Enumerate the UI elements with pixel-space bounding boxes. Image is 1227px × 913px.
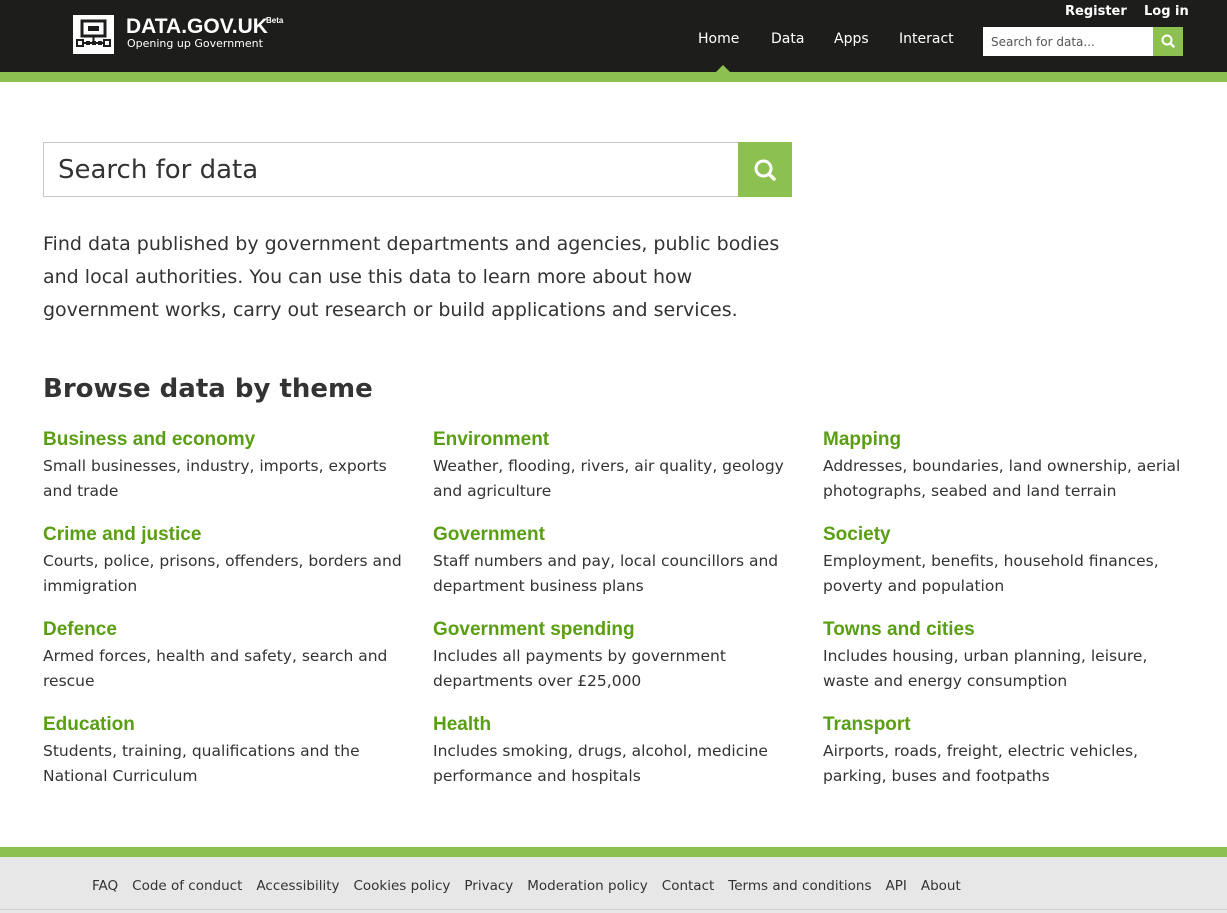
theme-description: Includes smoking, drugs, alcohol, medici… — [433, 742, 768, 785]
theme-description: Includes housing, urban planning, leisur… — [823, 647, 1148, 690]
theme-link[interactable]: Government — [433, 524, 803, 546]
theme-business-and-economy: Business and economy Small businesses, i… — [43, 429, 413, 504]
main-search-button[interactable] — [738, 142, 792, 197]
footer-link-accessibility[interactable]: Accessibility — [256, 878, 339, 894]
theme-transport: Transport Airports, roads, freight, elec… — [823, 714, 1193, 789]
footer-divider — [0, 909, 1227, 910]
theme-description: Staff numbers and pay, local councillors… — [433, 552, 779, 595]
theme-environment: Environment Weather, flooding, rivers, a… — [433, 429, 803, 504]
nav-data[interactable]: Data — [771, 31, 804, 47]
footer-link-privacy[interactable]: Privacy — [464, 878, 513, 894]
footer-link-api[interactable]: API — [885, 878, 906, 894]
site-tagline: Opening up Government — [127, 37, 263, 50]
main-search-input[interactable] — [43, 142, 738, 197]
theme-description: Addresses, boundaries, land ownership, a… — [823, 457, 1181, 500]
search-icon — [1161, 34, 1175, 48]
theme-link[interactable]: Defence — [43, 619, 413, 641]
nav-interact[interactable]: Interact — [899, 31, 954, 47]
footer-link-faq[interactable]: FAQ — [92, 878, 118, 894]
nav-apps[interactable]: Apps — [834, 31, 869, 47]
theme-description: Employment, benefits, household finances… — [823, 552, 1159, 595]
theme-crime-and-justice: Crime and justice Courts, police, prison… — [43, 524, 413, 599]
footer-link-code-of-conduct[interactable]: Code of conduct — [132, 878, 242, 894]
theme-government: Government Staff numbers and pay, local … — [433, 524, 803, 599]
header-search-button[interactable] — [1153, 27, 1183, 56]
dgu-logo-icon[interactable] — [73, 15, 114, 54]
theme-link[interactable]: Business and economy — [43, 429, 413, 451]
browse-heading: Browse data by theme — [43, 374, 373, 404]
theme-link[interactable]: Society — [823, 524, 1193, 546]
theme-link[interactable]: Government spending — [433, 619, 803, 641]
theme-description: Students, training, qualifications and t… — [43, 742, 360, 785]
theme-mapping: Mapping Addresses, boundaries, land owne… — [823, 429, 1193, 504]
theme-government-spending: Government spending Includes all payment… — [433, 619, 803, 694]
theme-link[interactable]: Crime and justice — [43, 524, 413, 546]
theme-society: Society Employment, benefits, household … — [823, 524, 1193, 599]
footer-link-cookies-policy[interactable]: Cookies policy — [353, 878, 450, 894]
theme-link[interactable]: Health — [433, 714, 803, 736]
theme-defence: Defence Armed forces, health and safety,… — [43, 619, 413, 694]
footer-accent-bar — [0, 847, 1227, 857]
theme-description: Armed forces, health and safety, search … — [43, 647, 388, 690]
theme-towns-and-cities: Towns and cities Includes housing, urban… — [823, 619, 1193, 694]
header-accent-bar — [0, 72, 1227, 82]
theme-description: Small businesses, industry, imports, exp… — [43, 457, 387, 500]
theme-link[interactable]: Transport — [823, 714, 1193, 736]
footer-link-terms[interactable]: Terms and conditions — [728, 878, 871, 894]
theme-description: Includes all payments by government depa… — [433, 647, 726, 690]
beta-badge: Beta — [266, 16, 284, 25]
footer-link-moderation-policy[interactable]: Moderation policy — [527, 878, 648, 894]
search-icon — [754, 159, 776, 181]
theme-link[interactable]: Education — [43, 714, 413, 736]
theme-description: Weather, flooding, rivers, air quality, … — [433, 457, 784, 500]
intro-text: Find data published by government depart… — [43, 233, 780, 321]
site-title[interactable]: DATA.GOV.UK — [126, 15, 268, 39]
theme-description: Airports, roads, freight, electric vehic… — [823, 742, 1139, 785]
register-link[interactable]: Register — [1065, 4, 1127, 19]
header-search-input[interactable] — [983, 27, 1153, 56]
active-nav-indicator — [716, 65, 730, 72]
footer-link-contact[interactable]: Contact — [662, 878, 715, 894]
theme-link[interactable]: Towns and cities — [823, 619, 1193, 641]
theme-description: Courts, police, prisons, offenders, bord… — [43, 552, 402, 595]
theme-health: Health Includes smoking, drugs, alcohol,… — [433, 714, 803, 789]
footer-link-about[interactable]: About — [921, 878, 961, 894]
theme-link[interactable]: Environment — [433, 429, 803, 451]
login-link[interactable]: Log in — [1144, 4, 1189, 19]
theme-link[interactable]: Mapping — [823, 429, 1193, 451]
footer-links: FAQ Code of conduct Accessibility Cookie… — [92, 878, 975, 894]
theme-education: Education Students, training, qualificat… — [43, 714, 413, 789]
nav-home[interactable]: Home — [698, 31, 739, 47]
